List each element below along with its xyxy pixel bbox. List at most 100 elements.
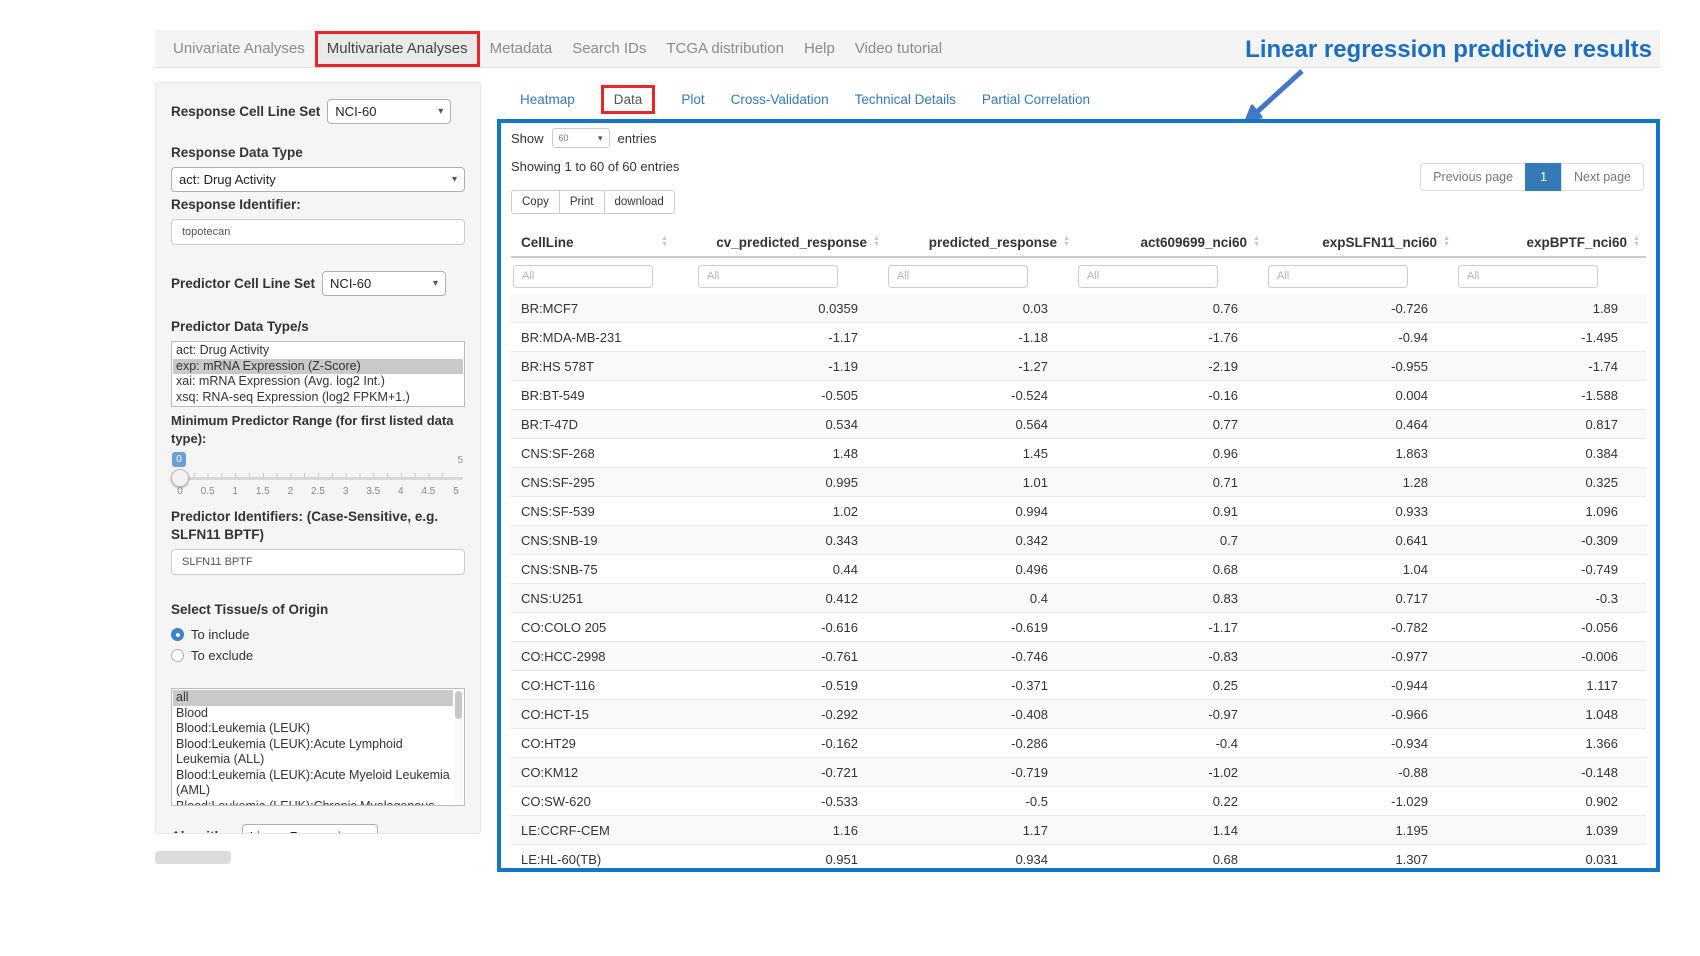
next-page-button[interactable]: Next page [1561, 163, 1644, 191]
cell-value: 0.496 [886, 562, 1076, 577]
option-all[interactable]: all [173, 690, 453, 706]
option-act-drug-activity[interactable]: act: Drug Activity [173, 343, 463, 359]
min-predictor-range-slider: 0 5 00.511.522.533.544.55 [171, 452, 465, 500]
column-header-expslfn11-nci60[interactable]: expSLFN11_nci60▲▼ [1266, 228, 1456, 256]
column-header-predicted-response[interactable]: predicted_response▲▼ [886, 228, 1076, 256]
cell-value: 1.096 [1456, 504, 1646, 519]
slider-track[interactable] [173, 477, 463, 480]
download-button[interactable]: download [604, 190, 675, 214]
table-row: BR:MDA-MB-231-1.17-1.18-1.76-0.94-1.495 [511, 323, 1646, 352]
option-xsq-rna-seq-expression-log2-fpkm-1[interactable]: xsq: RNA-seq Expression (log2 FPKM+1.) [173, 390, 463, 406]
current-page-button[interactable]: 1 [1525, 163, 1562, 191]
cell-value: 0.76 [1076, 301, 1266, 316]
option-blood-leukemia-leuk-acute-lymphoid-leukemia-all[interactable]: Blood:Leukemia (LEUK):Acute Lymphoid Leu… [173, 737, 453, 768]
filter-input-predicted-response[interactable] [888, 265, 1028, 288]
option-blood-leukemia-leuk[interactable]: Blood:Leukemia (LEUK) [173, 721, 453, 737]
cell-value: -0.292 [696, 707, 886, 722]
filter-cell [511, 265, 696, 288]
response-cell-line-set-label: Response Cell Line Set [171, 103, 320, 121]
column-header-cv-predicted-response[interactable]: cv_predicted_response▲▼ [696, 228, 886, 256]
annotation-arrow-icon [1238, 66, 1308, 124]
slider-max-label: 5 [457, 455, 463, 466]
cell-value: -0.309 [1456, 533, 1646, 548]
column-header-cellline[interactable]: CellLine▲▼ [511, 228, 696, 256]
cell-value: -0.782 [1266, 620, 1456, 635]
response-cell-line-set-select[interactable]: NCI-60 ▾ [327, 99, 451, 124]
option-blood-leukemia-leuk-acute-myeloid-leukemia-aml[interactable]: Blood:Leukemia (LEUK):Acute Myeloid Leuk… [173, 768, 453, 799]
filter-input-cellline[interactable] [513, 265, 653, 288]
nav-item-univariate-analyses[interactable]: Univariate Analyses [163, 30, 315, 68]
nav-item-tcga-distribution[interactable]: TCGA distribution [656, 30, 794, 68]
cell-value: 1.307 [1266, 852, 1456, 867]
print-button[interactable]: Print [559, 190, 605, 214]
algorithm-value: Linear Regression [250, 829, 356, 834]
algorithm-row: Algorithm Linear Regression ▾ [171, 824, 465, 834]
chevron-down-icon: ▾ [452, 174, 457, 185]
radio-to-exclude[interactable]: To exclude [171, 645, 465, 666]
filter-input-expbptf-nci60[interactable] [1458, 265, 1598, 288]
cell-value: 1.048 [1456, 707, 1646, 722]
cell-value: 0.343 [696, 533, 886, 548]
predictor-identifiers-input[interactable] [171, 549, 465, 575]
filter-input-cv-predicted-response[interactable] [698, 265, 838, 288]
cell-value: 0.22 [1076, 794, 1266, 809]
table-row: CNS:SNB-190.3430.3420.70.641-0.309 [511, 526, 1646, 555]
cell-value: 1.14 [1076, 823, 1266, 838]
algorithm-select[interactable]: Linear Regression ▾ [242, 824, 378, 834]
slider-tick-label: 4 [398, 486, 404, 497]
previous-page-button[interactable]: Previous page [1420, 163, 1526, 191]
slider-tick-label: 4.5 [421, 486, 435, 497]
cell-value: -1.76 [1076, 330, 1266, 345]
nav-item-video-tutorial[interactable]: Video tutorial [845, 30, 952, 68]
cell-value: 0.71 [1076, 475, 1266, 490]
sort-down-arrow: ▼ [1443, 242, 1450, 248]
sort-down-arrow: ▼ [873, 242, 880, 248]
filter-input-expslfn11-nci60[interactable] [1268, 265, 1408, 288]
column-header-expbptf-nci60[interactable]: expBPTF_nci60▲▼ [1456, 228, 1646, 256]
cell-value: -0.977 [1266, 649, 1456, 664]
table-row: CNS:U2510.4120.40.830.717-0.3 [511, 584, 1646, 613]
predictor-data-type-listbox[interactable]: act: Drug Activityexp: mRNA Expression (… [171, 341, 465, 407]
table-row: CO:HCT-116-0.519-0.3710.25-0.9441.117 [511, 671, 1646, 700]
page-length-select[interactable]: 60 ▾ [552, 128, 610, 148]
predictor-cell-line-set-select[interactable]: NCI-60 ▾ [322, 271, 446, 296]
tab-technical-details[interactable]: Technical Details [855, 92, 956, 107]
listbox-scrollbar [454, 690, 463, 804]
cell-value: 0.342 [886, 533, 1076, 548]
nav-item-multivariate-analyses[interactable]: Multivariate Analyses [315, 31, 480, 67]
cell-value: -0.524 [886, 388, 1076, 403]
cell-value: -0.16 [1076, 388, 1266, 403]
cell-value: -0.286 [886, 736, 1076, 751]
option-exp-mrna-expression-z-score[interactable]: exp: mRNA Expression (Z-Score) [173, 359, 463, 375]
tab-data[interactable]: Data [601, 85, 656, 114]
tab-heatmap[interactable]: Heatmap [520, 92, 575, 107]
slider-handle[interactable] [171, 469, 189, 487]
cell-cellline: CNS:SF-268 [511, 446, 696, 461]
column-header-act609699-nci60[interactable]: act609699_nci60▲▼ [1076, 228, 1266, 256]
nav-item-help[interactable]: Help [794, 30, 845, 68]
cell-cellline: BR:MCF7 [511, 301, 696, 316]
nav-item-search-ids[interactable]: Search IDs [562, 30, 656, 68]
scrollbar-thumb[interactable] [455, 691, 462, 719]
show-entries-row: Show 60 ▾ entries [511, 128, 1646, 148]
tab-cross-validation[interactable]: Cross-Validation [731, 92, 829, 107]
nav-item-metadata[interactable]: Metadata [480, 30, 563, 68]
filter-input-act609699-nci60[interactable] [1078, 265, 1218, 288]
tab-plot[interactable]: Plot [681, 92, 704, 107]
response-identifier-input[interactable] [171, 219, 465, 245]
table-row: CNS:SF-5391.020.9940.910.9331.096 [511, 497, 1646, 526]
option-xai-mrna-expression-avg-log2-int[interactable]: xai: mRNA Expression (Avg. log2 Int.) [173, 374, 463, 390]
slider-tick-label: 3 [343, 486, 349, 497]
option-blood-leukemia-leuk-chronic-myelogenous-leukemia-cml[interactable]: Blood:Leukemia (LEUK):Chronic Myelogenou… [173, 799, 453, 807]
response-data-type-select[interactable]: act: Drug Activity ▾ [171, 167, 465, 192]
column-label: expBPTF_nci60 [1527, 235, 1628, 250]
predictor-cell-line-set-label: Predictor Cell Line Set [171, 275, 315, 293]
copy-button[interactable]: Copy [511, 190, 560, 214]
radio-to-include[interactable]: To include [171, 624, 465, 645]
cell-value: -0.006 [1456, 649, 1646, 664]
slider-tick-label: 0.5 [201, 486, 215, 497]
cell-value: 0.534 [696, 417, 886, 432]
option-blood[interactable]: Blood [173, 706, 453, 722]
tissue-listbox[interactable]: allBloodBlood:Leukemia (LEUK)Blood:Leuke… [171, 688, 465, 806]
tab-partial-correlation[interactable]: Partial Correlation [982, 92, 1090, 107]
